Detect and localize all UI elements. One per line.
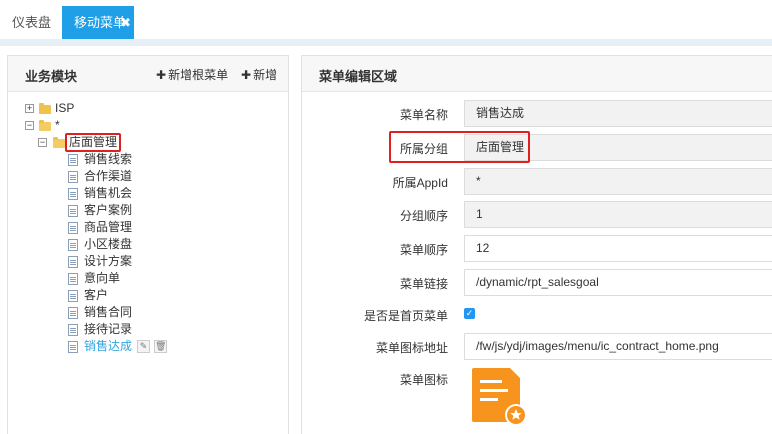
menu-order-label: 菜单顺序: [399, 243, 448, 257]
tree-item-selected[interactable]: 销售达成 ✎ 🗑: [8, 338, 288, 355]
tree-item[interactable]: 接待记录: [8, 321, 288, 338]
group-order-label: 分组顺序: [399, 209, 448, 223]
tab-move-menu[interactable]: 移动菜单 ✖: [62, 6, 134, 39]
tree-item-label: 客户: [84, 288, 109, 302]
tree-item[interactable]: 意向单: [8, 270, 288, 287]
tree-label-isp: ISP: [55, 101, 75, 115]
menu-name-label: 菜单名称: [399, 108, 448, 122]
collapse-icon[interactable]: −: [38, 138, 47, 147]
document-icon: [68, 341, 78, 353]
tab-bar: 仪表盘 移动菜单 ✖: [0, 0, 772, 39]
document-icon: [68, 273, 78, 285]
tree-item-label: 合作渠道: [84, 169, 133, 183]
menu-edit-header: 菜单编辑区域: [302, 56, 772, 92]
highlight-box-tree-group: [65, 133, 121, 152]
document-icon: [68, 239, 78, 251]
highlight-box-group: [389, 131, 530, 163]
tree-node-store-management[interactable]: − 店面管理: [8, 134, 288, 151]
tree-item-label: 销售达成: [84, 339, 133, 353]
tab-dashboard[interactable]: 仪表盘: [12, 6, 51, 39]
tree-item-label: 商品管理: [84, 220, 133, 234]
menu-icon-label: 菜单图标: [399, 373, 448, 387]
close-icon[interactable]: ✖: [120, 6, 131, 39]
folder-icon: [39, 103, 51, 114]
plus-icon: ✚: [156, 68, 167, 82]
document-icon: [68, 171, 78, 183]
add-root-menu-label: 新增根菜单: [168, 68, 229, 82]
icon-url-label: 菜单图标地址: [375, 341, 448, 355]
folder-open-icon: [39, 120, 51, 131]
panel-title: 业务模块: [25, 69, 78, 84]
document-icon: [68, 222, 78, 234]
group-order-field[interactable]: 1: [464, 201, 772, 228]
homepage-menu-label: 是否是首页菜单: [363, 309, 448, 323]
tree-node-isp[interactable]: + ISP: [8, 100, 288, 117]
edit-icon[interactable]: ✎: [137, 340, 150, 353]
panel-title: 菜单编辑区域: [319, 69, 398, 84]
tree-item[interactable]: 合作渠道: [8, 168, 288, 185]
expand-icon[interactable]: +: [25, 104, 34, 113]
document-icon: [68, 154, 78, 166]
tree-item-label: 小区楼盘: [84, 237, 133, 251]
tree-item-label: 意向单: [84, 271, 121, 285]
tree-item[interactable]: 销售合同: [8, 304, 288, 321]
tree-item-label: 销售线索: [84, 152, 133, 166]
tree-item[interactable]: 销售线索: [8, 151, 288, 168]
tab-underline: [0, 39, 772, 46]
menu-edit-panel: 菜单编辑区域 菜单名称 销售达成 所属分组 店面管理 所属AppId * 分组顺…: [301, 55, 772, 434]
document-icon: [68, 290, 78, 302]
tree-item[interactable]: 客户案例: [8, 202, 288, 219]
tree-label-star: *: [55, 118, 60, 132]
tree-node-star[interactable]: − *: [8, 117, 288, 134]
homepage-menu-checkbox[interactable]: ✓: [464, 308, 475, 319]
add-menu-label: 新增: [253, 68, 278, 82]
tree-item[interactable]: 商品管理: [8, 219, 288, 236]
tree-item-label: 销售合同: [84, 305, 133, 319]
tree-item[interactable]: 客户: [8, 287, 288, 304]
menu-order-field[interactable]: 12: [464, 235, 772, 262]
appid-label: 所属AppId: [392, 176, 448, 190]
business-module-header: 业务模块 ✚ 新增根菜单 ✚ 新增: [8, 56, 288, 92]
tree-item-label: 客户案例: [84, 203, 133, 217]
contract-document-icon: [472, 368, 527, 426]
tree-item[interactable]: 销售机会: [8, 185, 288, 202]
add-root-menu-button[interactable]: ✚ 新增根菜单: [156, 66, 228, 83]
add-menu-button[interactable]: ✚ 新增: [241, 66, 277, 83]
icon-url-field[interactable]: /fw/js/ydj/images/menu/ic_contract_home.…: [464, 333, 772, 360]
tree-item-label: 销售机会: [84, 186, 133, 200]
trash-icon[interactable]: 🗑: [154, 340, 167, 353]
document-icon: [68, 188, 78, 200]
tree-item-label: 接待记录: [84, 322, 133, 336]
tree-item[interactable]: 设计方案: [8, 253, 288, 270]
tree-item-label: 设计方案: [84, 254, 133, 268]
menu-link-label: 菜单链接: [399, 277, 448, 291]
tab-move-menu-label: 移动菜单: [74, 15, 127, 30]
menu-name-field[interactable]: 销售达成: [464, 100, 772, 127]
document-icon: [68, 256, 78, 268]
collapse-icon[interactable]: −: [25, 121, 34, 130]
folder-open-icon: [53, 137, 65, 148]
plus-icon: ✚: [241, 68, 252, 82]
document-icon: [68, 324, 78, 336]
menu-link-field[interactable]: /dynamic/rpt_salesgoal: [464, 269, 772, 296]
document-icon: [68, 205, 78, 217]
business-module-panel: 业务模块 ✚ 新增根菜单 ✚ 新增 + ISP − * − 店面管理 销售线索 …: [7, 55, 289, 434]
appid-field[interactable]: *: [464, 168, 772, 195]
tree-item[interactable]: 小区楼盘: [8, 236, 288, 253]
document-icon: [68, 307, 78, 319]
